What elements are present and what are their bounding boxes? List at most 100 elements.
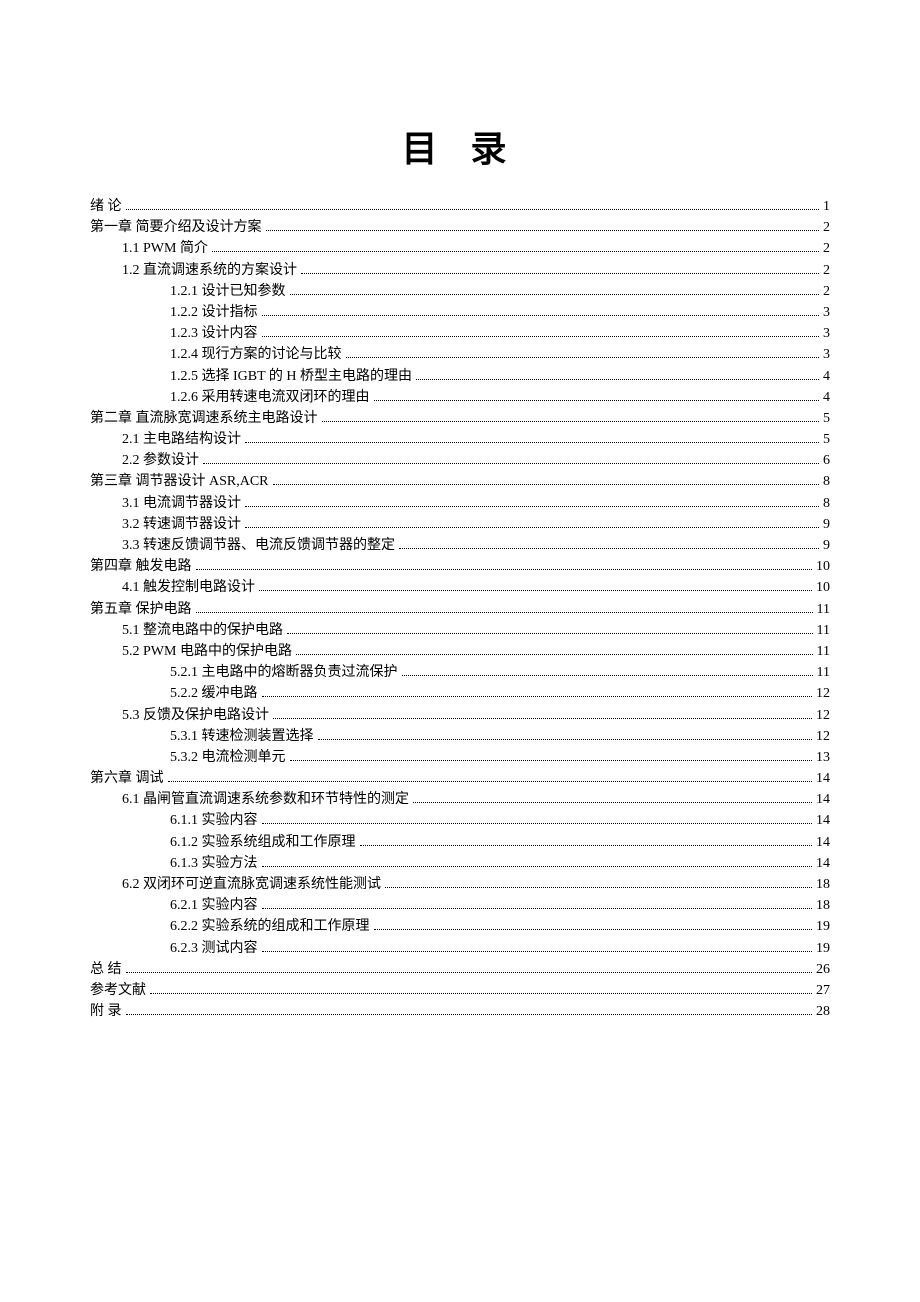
toc-page-number: 13: [816, 751, 830, 765]
toc-entry: 第四章 触发电路10: [90, 560, 830, 574]
toc-leader-dots: [126, 209, 820, 210]
toc-label: 2.1 主电路结构设计: [122, 433, 241, 447]
toc-label: 第一章 简要介绍及设计方案: [90, 221, 262, 235]
toc-entry: 5.1 整流电路中的保护电路11: [90, 624, 830, 638]
toc-entry: 总 结26: [90, 963, 830, 977]
toc-page-number: 3: [823, 327, 830, 341]
toc-leader-dots: [262, 866, 813, 867]
toc-page-number: 26: [816, 963, 830, 977]
toc-label: 6.1.2 实验系统组成和工作原理: [170, 836, 356, 850]
toc-leader-dots: [322, 421, 820, 422]
toc-entry: 1.2.5 选择 IGBT 的 H 桥型主电路的理由 4: [90, 370, 830, 384]
toc-entry: 1.2.6 采用转速电流双闭环的理由 4: [90, 391, 830, 405]
toc-label: 5.2 PWM 电路中的保护电路: [122, 645, 292, 659]
toc-leader-dots: [245, 506, 819, 507]
toc-leader-dots: [287, 633, 813, 634]
page-title: 目 录: [90, 120, 830, 172]
toc-page-number: 4: [823, 391, 830, 405]
toc-leader-dots: [360, 845, 813, 846]
toc-label: 1.1 PWM 简介: [122, 242, 208, 256]
toc-page-number: 18: [816, 878, 830, 892]
toc-label: 绪 论: [90, 200, 122, 214]
toc-page-number: 1: [823, 200, 830, 214]
toc-page-number: 5: [823, 412, 830, 426]
toc-label: 1.2.1 设计已知参数: [170, 285, 286, 299]
toc-entry: 5.2 PWM 电路中的保护电路 11: [90, 645, 830, 659]
toc-page-number: 18: [816, 899, 830, 913]
toc-entry: 附 录 28: [90, 1005, 830, 1019]
toc-page-number: 8: [823, 475, 830, 489]
toc-leader-dots: [262, 336, 820, 337]
toc-leader-dots: [402, 675, 813, 676]
toc-entry: 第五章 保护电路 11: [90, 603, 830, 617]
toc-entry: 3.1 电流调节器设计8: [90, 497, 830, 511]
toc-label: 5.3 反馈及保护电路设计: [122, 709, 269, 723]
toc-leader-dots: [262, 696, 813, 697]
toc-entry: 6.1.2 实验系统组成和工作原理 14: [90, 836, 830, 850]
toc-page-number: 11: [817, 603, 830, 617]
toc-leader-dots: [301, 273, 819, 274]
toc-page-number: 10: [816, 560, 830, 574]
toc-page-number: 2: [823, 264, 830, 278]
toc-leader-dots: [385, 887, 812, 888]
toc-leader-dots: [126, 972, 813, 973]
toc-leader-dots: [196, 569, 813, 570]
toc-entry: 6.1 晶闸管直流调速系统参数和环节特性的测定14: [90, 793, 830, 807]
toc-leader-dots: [374, 929, 813, 930]
toc-label: 4.1 触发控制电路设计: [122, 581, 255, 595]
toc-leader-dots: [262, 951, 813, 952]
toc-page-number: 4: [823, 370, 830, 384]
toc-leader-dots: [259, 590, 812, 591]
toc-leader-dots: [290, 294, 820, 295]
toc-leader-dots: [212, 251, 819, 252]
toc-label: 1.2.5 选择 IGBT 的 H 桥型主电路的理由: [170, 370, 412, 384]
toc-entry: 1.2.2 设计指标3: [90, 306, 830, 320]
toc-leader-dots: [273, 484, 819, 485]
toc-page-number: 28: [816, 1005, 830, 1019]
toc-page-number: 6: [823, 454, 830, 468]
toc-entry: 1.2.1 设计已知参数2: [90, 285, 830, 299]
toc-entry: 1.1 PWM 简介 2: [90, 242, 830, 256]
toc-entry: 3.3 转速反馈调节器、电流反馈调节器的整定9: [90, 539, 830, 553]
toc-page-number: 2: [823, 242, 830, 256]
toc-label: 5.3.2 电流检测单元: [170, 751, 286, 765]
toc-page-number: 14: [816, 857, 830, 871]
toc-label: 6.1.3 实验方法: [170, 857, 258, 871]
toc-entry: 5.2.2 缓冲电路12: [90, 687, 830, 701]
toc-page-number: 27: [816, 984, 830, 998]
toc-leader-dots: [318, 739, 813, 740]
toc-entry: 6.2.2 实验系统的组成和工作原理19: [90, 920, 830, 934]
toc-entry: 2.2 参数设计 6: [90, 454, 830, 468]
toc-page-number: 11: [817, 645, 830, 659]
toc-entry: 4.1 触发控制电路设计 10: [90, 581, 830, 595]
toc-label: 6.1 晶闸管直流调速系统参数和环节特性的测定: [122, 793, 409, 807]
toc-label: 附 录: [90, 1005, 122, 1019]
toc-entry: 5.3.1 转速检测装置选择12: [90, 730, 830, 744]
toc-page-number: 3: [823, 306, 830, 320]
toc-label: 第五章 保护电路: [90, 603, 192, 617]
toc-container: 绪 论 1 第一章 简要介绍及设计方案 2 1.1 PWM 简介 2 1.2 直流调速系统的…: [90, 200, 830, 1019]
toc-entry: 1.2.4 现行方案的讨论与比较3: [90, 348, 830, 362]
toc-page-number: 14: [816, 836, 830, 850]
toc-leader-dots: [245, 527, 819, 528]
toc-entry: 5.3.2 电流检测单元 13: [90, 751, 830, 765]
toc-label: 6.2.3 测试内容: [170, 942, 258, 956]
toc-entry: 1.2.3 设计内容3: [90, 327, 830, 341]
toc-label: 5.1 整流电路中的保护电路: [122, 624, 283, 638]
toc-label: 6.2.2 实验系统的组成和工作原理: [170, 920, 370, 934]
toc-entry: 2.1 主电路结构设计5: [90, 433, 830, 447]
toc-label: 5.3.1 转速检测装置选择: [170, 730, 314, 744]
toc-page-number: 8: [823, 497, 830, 511]
toc-label: 6.1.1 实验内容: [170, 814, 258, 828]
toc-label: 1.2.6 采用转速电流双闭环的理由: [170, 391, 370, 405]
toc-label: 3.3 转速反馈调节器、电流反馈调节器的整定: [122, 539, 395, 553]
toc-page-number: 10: [816, 581, 830, 595]
toc-leader-dots: [374, 400, 820, 401]
toc-leader-dots: [413, 802, 812, 803]
toc-label: 2.2 参数设计: [122, 454, 199, 468]
toc-page-number: 14: [816, 814, 830, 828]
toc-page-number: 19: [816, 942, 830, 956]
toc-label: 1.2 直流调速系统的方案设计: [122, 264, 297, 278]
toc-page-number: 12: [816, 687, 830, 701]
toc-label: 1.2.4 现行方案的讨论与比较: [170, 348, 342, 362]
